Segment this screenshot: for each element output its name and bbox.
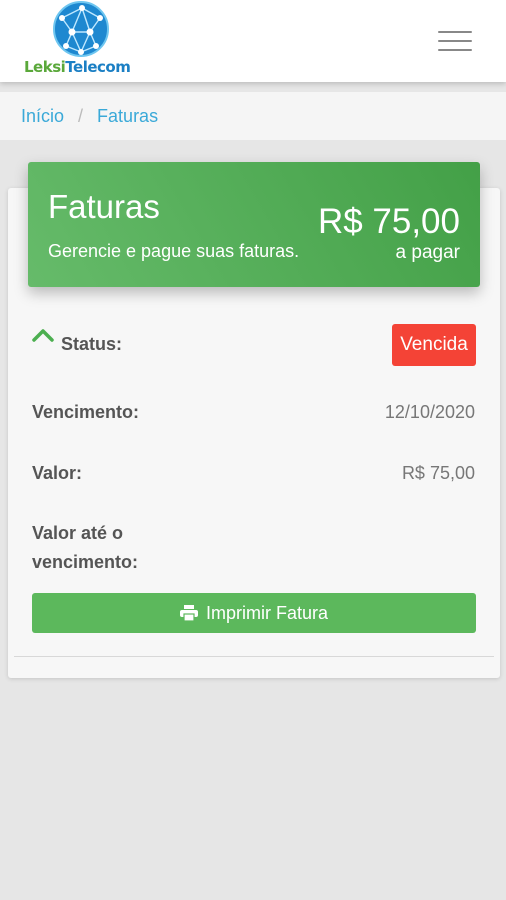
globe-icon (53, 1, 109, 57)
print-invoice-label: Imprimir Fatura (205, 602, 328, 623)
brand-logo[interactable]: LeksiTelecom (24, 0, 140, 80)
amount-until-due-label-line2: vencimento: (32, 552, 139, 572)
total-amount: R$ 75,00 (317, 202, 460, 241)
amount-label: Valor: (32, 463, 83, 483)
breadcrumb-separator: / (78, 105, 84, 126)
due-date-value: 12/10/2020 (384, 402, 475, 422)
status-badge: Vencida (392, 324, 476, 366)
hamburger-menu-icon[interactable] (438, 31, 472, 51)
page-subtitle: Gerencie e pague suas faturas. (48, 241, 300, 261)
brand-name: LeksiTelecom (24, 58, 131, 76)
breadcrumb-home-link[interactable]: Início (21, 106, 64, 127)
amount-value: R$ 75,00 (401, 463, 475, 483)
printer-icon (179, 605, 198, 621)
amount-until-due-label-line1: Valor até o (32, 523, 124, 543)
top-navbar: LeksiTelecom (0, 0, 506, 82)
breadcrumb: Início / Faturas (0, 92, 506, 140)
total-amount-label: a pagar (395, 242, 460, 263)
card-divider (14, 656, 494, 657)
invoice-header: Faturas Gerencie e pague suas faturas. R… (28, 162, 480, 287)
print-invoice-button[interactable]: Imprimir Fatura (32, 593, 476, 633)
status-label: Status: (61, 334, 123, 354)
due-date-label: Vencimento: (32, 402, 140, 422)
breadcrumb-current-link[interactable]: Faturas (97, 106, 158, 127)
chevron-up-icon[interactable] (32, 328, 54, 342)
page-title: Faturas (48, 188, 160, 225)
